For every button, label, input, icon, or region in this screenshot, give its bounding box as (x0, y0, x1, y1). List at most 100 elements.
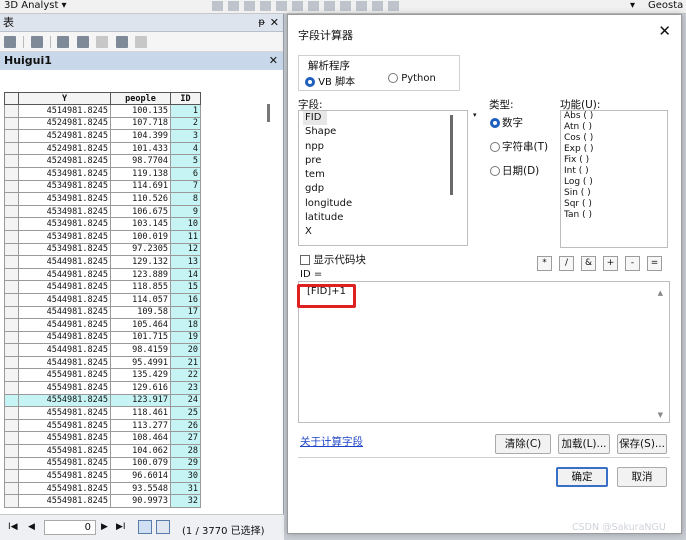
cell-id[interactable]: 32 (170, 494, 201, 508)
fields-scrollbar[interactable] (450, 115, 453, 195)
cell-y[interactable]: 4544981.8245 (18, 292, 111, 307)
field-item[interactable]: pre (299, 154, 467, 168)
table-row[interactable]: 4534981.8245 103.145 10 (4, 217, 201, 231)
switch-selection-icon[interactable] (76, 36, 89, 48)
cell-y[interactable]: 4554981.8245 (18, 494, 111, 508)
cell-y[interactable]: 4554981.8245 (18, 368, 111, 383)
cell-people[interactable]: 123.917 (110, 393, 171, 408)
table-row[interactable]: 4534981.8245 119.138 6 (4, 166, 201, 181)
row-selector[interactable] (4, 204, 19, 219)
cell-y[interactable]: 4544981.8245 (18, 280, 111, 294)
table-row[interactable]: 4554981.8245 90.9973 32 (4, 494, 201, 508)
cell-people[interactable]: 101.433 (110, 141, 171, 156)
cell-id[interactable]: 30 (170, 469, 201, 483)
cell-people[interactable]: 106.675 (110, 204, 171, 219)
parser-python-radio[interactable]: Python (388, 73, 436, 84)
table-row[interactable]: 4554981.8245 113.277 26 (4, 418, 201, 433)
tool-icon[interactable] (324, 1, 335, 11)
table-row[interactable]: 4544981.8245 129.132 13 (4, 255, 201, 269)
cell-y[interactable]: 4534981.8245 (18, 166, 111, 181)
cell-y[interactable]: 4524981.8245 (18, 154, 111, 168)
cell-id[interactable]: 3 (170, 129, 201, 143)
cell-y[interactable]: 4544981.8245 (18, 318, 111, 332)
cell-people[interactable]: 123.889 (110, 267, 171, 282)
row-selector[interactable] (4, 166, 19, 181)
function-item[interactable]: Cos ( ) (561, 133, 667, 144)
table-row[interactable]: 4524981.8245 101.433 4 (4, 141, 201, 156)
tool-icon[interactable] (244, 1, 255, 11)
table-row[interactable]: 4524981.8245 107.718 2 (4, 116, 201, 131)
related-tables-icon[interactable] (30, 36, 43, 48)
previous-record-icon[interactable]: ◀ (28, 522, 35, 532)
cell-y[interactable]: 4524981.8245 (18, 129, 111, 143)
cell-people[interactable]: 114.057 (110, 292, 171, 307)
cell-id[interactable]: 8 (170, 192, 201, 206)
cell-id[interactable]: 4 (170, 141, 201, 156)
cell-id[interactable]: 6 (170, 166, 201, 181)
column-header-id[interactable]: ID (170, 92, 201, 105)
cell-people[interactable]: 97.2305 (110, 242, 171, 257)
operator-button[interactable]: / (559, 256, 574, 271)
fields-list[interactable]: FID Shape npp pre tem gdp longitude latitude X (298, 110, 468, 246)
pin-icon[interactable]: ᵽ (258, 14, 265, 32)
cell-people[interactable]: 107.718 (110, 116, 171, 131)
cell-id[interactable]: 12 (170, 242, 201, 257)
cell-y[interactable]: 4544981.8245 (18, 267, 111, 282)
table-row[interactable]: 4534981.8245 100.019 11 (4, 229, 201, 244)
row-selector[interactable] (4, 494, 19, 508)
cell-y[interactable]: 4544981.8245 (18, 355, 111, 370)
table-row[interactable]: 4554981.8245 129.616 23 (4, 381, 201, 395)
type-radio[interactable]: 字符串(T) (490, 139, 548, 154)
cell-people[interactable]: 113.277 (110, 418, 171, 433)
cell-y[interactable]: 4554981.8245 (18, 444, 111, 458)
show-selected-records-icon[interactable] (156, 520, 170, 534)
cell-id[interactable]: 23 (170, 381, 201, 395)
table-row[interactable]: 4554981.8245 104.062 28 (4, 444, 201, 458)
cell-people[interactable]: 129.132 (110, 255, 171, 269)
row-selector[interactable] (4, 368, 19, 383)
table-row[interactable]: 4514981.8245 100.135 1 (4, 104, 201, 118)
cell-people[interactable]: 95.4991 (110, 355, 171, 370)
row-selector[interactable] (4, 456, 19, 471)
cell-id[interactable]: 20 (170, 343, 201, 357)
table-row[interactable]: 4544981.8245 118.855 15 (4, 280, 201, 294)
cell-y[interactable]: 4524981.8245 (18, 141, 111, 156)
cell-id[interactable]: 15 (170, 280, 201, 294)
cell-id[interactable]: 16 (170, 292, 201, 307)
table-row[interactable]: 4554981.8245 96.6014 30 (4, 469, 201, 483)
row-selector[interactable] (4, 242, 19, 257)
show-codeblock-checkbox[interactable]: 显示代码块 (300, 252, 366, 267)
row-selector[interactable] (4, 141, 19, 156)
cell-id[interactable]: 28 (170, 444, 201, 458)
save-button[interactable]: 保存(S)... (617, 434, 667, 454)
row-selector[interactable] (4, 154, 19, 168)
cell-id[interactable]: 10 (170, 217, 201, 231)
cell-people[interactable]: 105.464 (110, 318, 171, 332)
row-selector[interactable] (4, 192, 19, 206)
cell-y[interactable]: 4554981.8245 (18, 431, 111, 446)
row-selector[interactable] (4, 318, 19, 332)
function-item[interactable]: Fix ( ) (561, 155, 667, 166)
3d-analyst-menu[interactable]: 3D Analyst ▾ (4, 0, 67, 11)
table-row[interactable]: 4554981.8245 93.5548 31 (4, 481, 201, 496)
cell-id[interactable]: 19 (170, 330, 201, 345)
function-item[interactable]: Abs ( ) (561, 111, 667, 122)
row-selector[interactable] (4, 179, 19, 194)
cell-id[interactable]: 1 (170, 104, 201, 118)
function-item[interactable]: Log ( ) (561, 177, 667, 188)
table-row[interactable]: 4554981.8245 123.917 24 (4, 393, 201, 408)
cell-y[interactable]: 4514981.8245 (18, 104, 111, 118)
clear-selection-icon[interactable] (96, 36, 108, 48)
table-row[interactable]: 4534981.8245 97.2305 12 (4, 242, 201, 257)
function-item[interactable]: Sqr ( ) (561, 199, 667, 210)
parser-vb-radio[interactable]: VB 脚本 (305, 73, 355, 88)
cell-y[interactable]: 4534981.8245 (18, 242, 111, 257)
row-selector[interactable] (4, 280, 19, 294)
field-item[interactable]: Shape (299, 125, 467, 139)
cell-people[interactable]: 100.019 (110, 229, 171, 244)
tool-icon[interactable] (292, 1, 303, 11)
table-tab[interactable]: Huigui1 ✕ (0, 52, 283, 70)
cell-people[interactable]: 100.135 (110, 104, 171, 118)
field-item[interactable]: npp (299, 140, 467, 154)
cell-y[interactable]: 4554981.8245 (18, 456, 111, 471)
